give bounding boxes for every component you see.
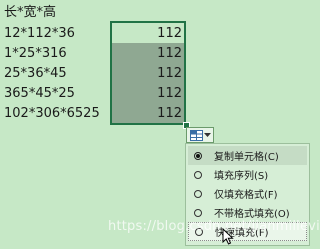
menu-item-label: 填充序列(S) xyxy=(214,171,269,182)
value-cell-2[interactable]: 112 xyxy=(157,44,182,64)
radio-selected-icon xyxy=(194,151,202,160)
menu-item-fill-series[interactable]: 填充序列(S) xyxy=(188,165,307,184)
menu-item-label: 不带格式填充(O) xyxy=(214,209,290,220)
radio-icon xyxy=(194,208,202,217)
autofill-options-button[interactable] xyxy=(186,127,214,143)
column-a-header[interactable]: 长*宽*高 xyxy=(4,3,56,23)
formula-cell-1[interactable]: 12*112*36 xyxy=(4,24,75,44)
formula-cell-2[interactable]: 1*25*316 xyxy=(4,44,67,64)
formula-cell-4[interactable]: 365*45*25 xyxy=(4,84,75,104)
value-cell-5[interactable]: 112 xyxy=(157,104,182,124)
formula-cell-5[interactable]: 102*306*6525 xyxy=(4,104,100,124)
chevron-down-icon xyxy=(203,132,211,138)
radio-icon xyxy=(194,189,202,198)
menu-item-label: 复制单元格(C) xyxy=(214,152,279,163)
menu-item-label: 仅填充格式(F) xyxy=(214,190,278,201)
menu-item-fill-formatting-only[interactable]: 仅填充格式(F) xyxy=(188,184,307,203)
formula-cell-3[interactable]: 25*36*45 xyxy=(4,64,67,84)
autofill-options-icon xyxy=(189,129,203,141)
radio-icon xyxy=(194,170,202,179)
watermark-text: https://blog.csdn.net/jianmillevin xyxy=(108,219,320,234)
value-cell-3[interactable]: 112 xyxy=(157,64,182,84)
menu-item-copy-cells[interactable]: 复制单元格(C) xyxy=(188,146,307,165)
value-cell-4[interactable]: 112 xyxy=(157,84,182,104)
value-cell-1[interactable]: 112 xyxy=(157,24,182,44)
